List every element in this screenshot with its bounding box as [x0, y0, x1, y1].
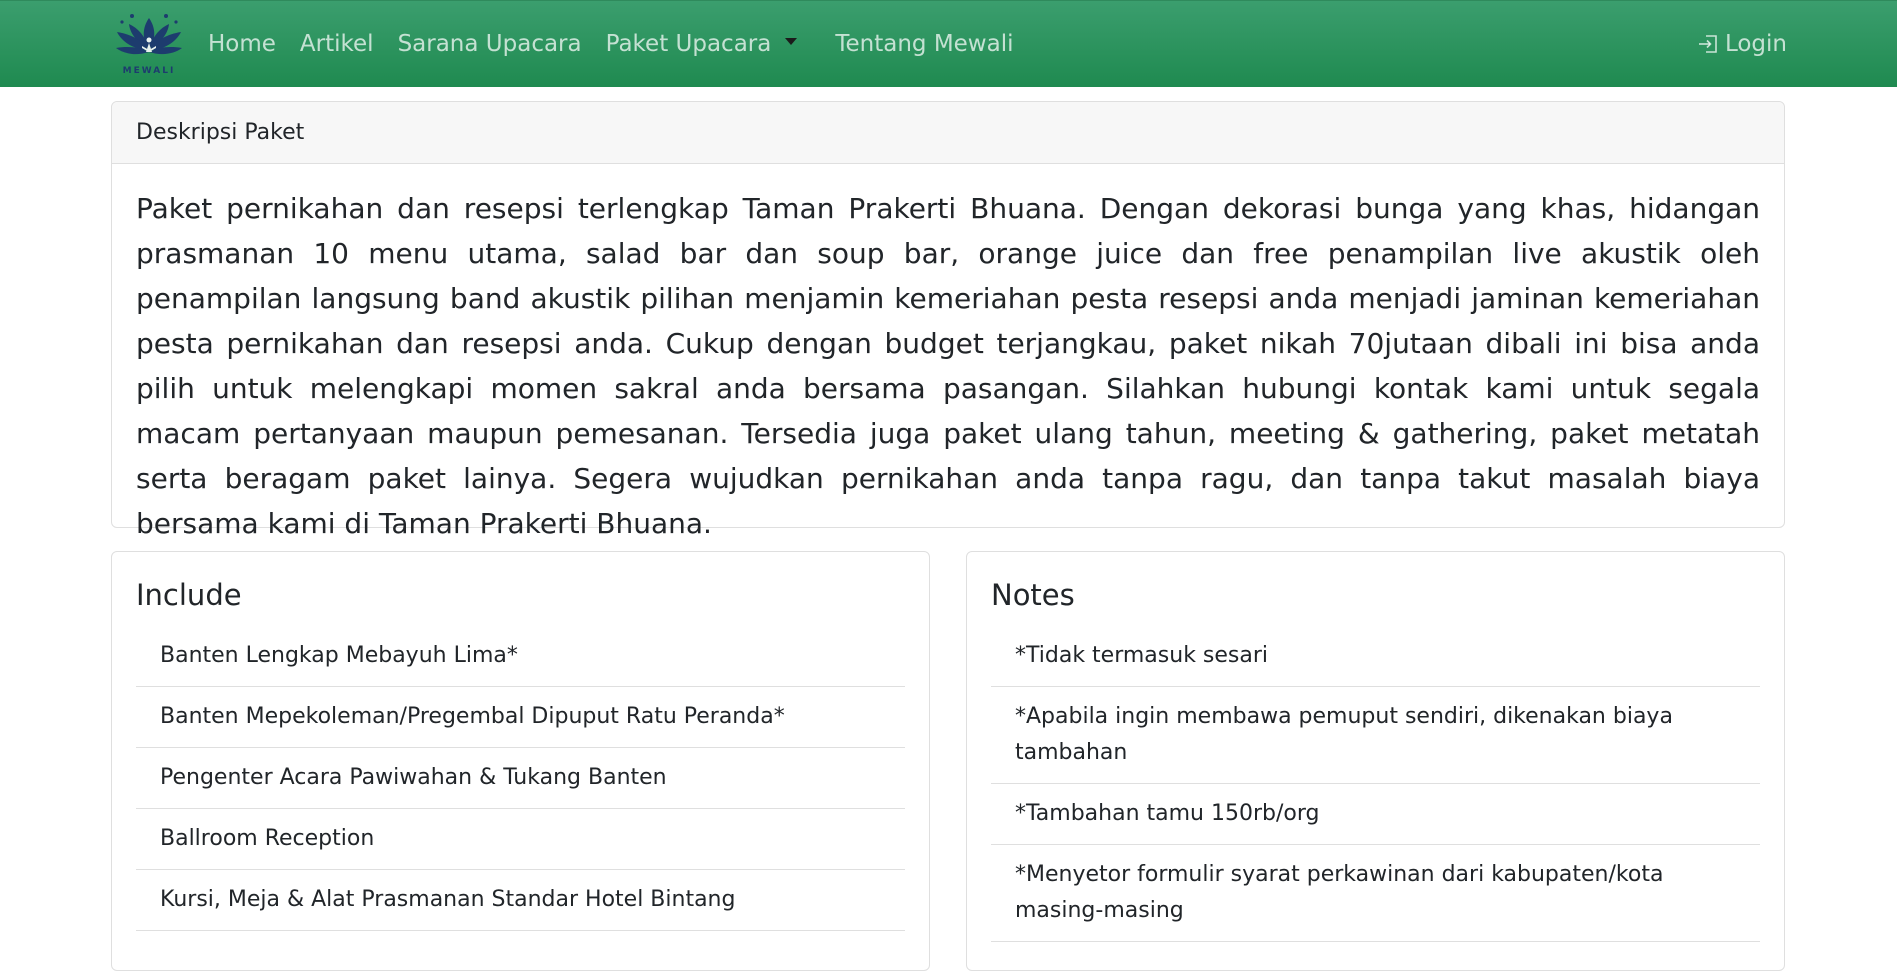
- list-item: Banten Lengkap Mebayuh Lima*: [136, 626, 905, 687]
- list-item: *Apabila ingin membawa pemuput sendiri, …: [991, 687, 1760, 784]
- list-item: *Menyetor formulir syarat perkawinan dar…: [991, 845, 1760, 942]
- top-navbar: MEWALI Home Artikel Sarana Upacara Paket…: [0, 0, 1897, 87]
- mewali-logo[interactable]: MEWALI: [110, 11, 188, 77]
- nav-sarana-upacara[interactable]: Sarana Upacara: [398, 31, 582, 57]
- nav-paket-upacara-label: Paket Upacara: [605, 31, 772, 57]
- package-description-card: Deskripsi Paket Paket pernikahan dan res…: [111, 101, 1785, 540]
- notes-card: Notes *Tidak termasuk sesari *Apabila in…: [966, 551, 1785, 971]
- login-label: Login: [1724, 31, 1787, 57]
- nav-home[interactable]: Home: [208, 31, 276, 57]
- nav-artikel[interactable]: Artikel: [300, 31, 374, 57]
- include-title: Include: [136, 578, 242, 612]
- list-item: Ballroom Reception: [136, 809, 905, 870]
- card-header: Deskripsi Paket: [112, 102, 1784, 164]
- nav-paket-upacara-dropdown[interactable]: Paket Upacara: [606, 31, 798, 57]
- list-item: *Tambahan tamu 150rb/org: [991, 784, 1760, 845]
- include-list: Banten Lengkap Mebayuh Lima* Banten Mepe…: [136, 626, 905, 931]
- list-item: *Tidak termasuk sesari: [991, 626, 1760, 687]
- notes-title: Notes: [991, 578, 1075, 612]
- login-link[interactable]: Login: [1697, 31, 1787, 57]
- lotus-icon: [116, 14, 182, 55]
- notes-list: *Tidak termasuk sesari *Apabila ingin me…: [991, 626, 1760, 942]
- list-item: Kursi, Meja & Alat Prasmanan Standar Hot…: [136, 870, 905, 931]
- include-card: Include Banten Lengkap Mebayuh Lima* Ban…: [111, 551, 930, 971]
- login-icon: [1698, 35, 1717, 53]
- package-description-text: Paket pernikahan dan resepsi terlengkap …: [136, 192, 1760, 540]
- brand-text: MEWALI: [122, 66, 176, 76]
- nav-tentang-mewali[interactable]: Tentang Mewali: [835, 31, 1013, 57]
- list-item: Banten Mepekoleman/Pregembal Dipuput Rat…: [136, 687, 905, 748]
- caret-down-icon: [785, 38, 798, 45]
- list-item: Pengenter Acara Pawiwahan & Tukang Bante…: [136, 748, 905, 809]
